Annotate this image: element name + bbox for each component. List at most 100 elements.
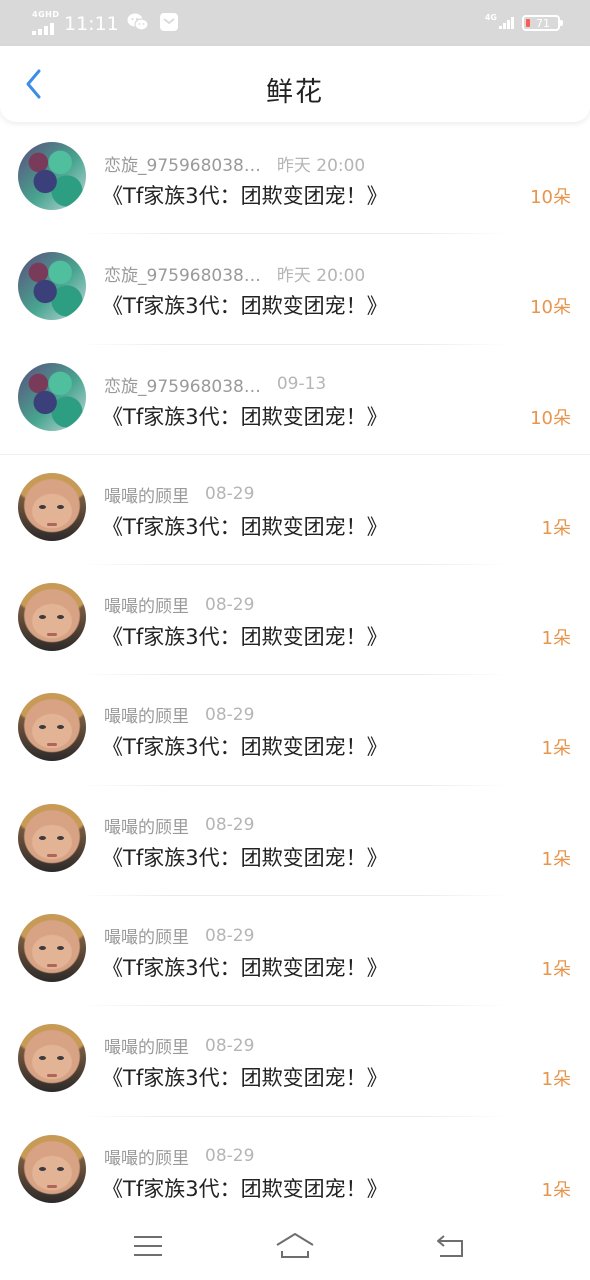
timestamp: 08-29 (205, 594, 255, 615)
battery-icon: 71 (522, 15, 563, 31)
book-title[interactable]: 《Tf家族3代：团欺变团宠！》 (102, 290, 388, 320)
flower-count: 1朵 (541, 1179, 571, 1201)
list-item[interactable]: 嘬嘬的顾里 08-29 《Tf家族3代：团欺变团宠！》 1朵 (0, 1117, 590, 1227)
header: 鲜花 (0, 46, 590, 122)
avatar[interactable] (18, 693, 86, 762)
username[interactable]: 嘬嘬的顾里 (104, 482, 189, 507)
system-back-button[interactable] (430, 1228, 470, 1268)
avatar[interactable] (18, 914, 86, 983)
item-meta: 嘬嘬的顾里 08-29 (104, 813, 254, 838)
wechat-icon (127, 12, 149, 36)
avatar-eye (57, 835, 64, 840)
book-title[interactable]: 《Tf家族3代：团欺变团宠！》 (102, 401, 388, 431)
book-title[interactable]: 《Tf家族3代：团欺变团宠！》 (102, 1173, 388, 1203)
back-icon (434, 1233, 466, 1263)
list-item[interactable]: 嘬嘬的顾里 08-29 《Tf家族3代：团欺变团宠！》 1朵 (0, 786, 590, 897)
flower-count: 1朵 (541, 848, 571, 870)
username[interactable]: 嘬嘬的顾里 (104, 592, 189, 617)
avatar-mouth (47, 853, 57, 857)
list-item[interactable]: 恋旋_975968038… 昨天 20:00 《Tf家族3代：团欺变团宠！》 10朵 (0, 234, 590, 345)
avatar-eye (39, 946, 46, 951)
timestamp: 09-13 (276, 374, 327, 395)
username[interactable]: 恋旋_975968038… (104, 261, 261, 286)
avatar-eye (39, 725, 46, 730)
username[interactable]: 嘬嘬的顾里 (104, 1033, 189, 1058)
avatar-eye (39, 504, 46, 509)
item-meta: 恋旋_975968038… 昨天 20:00 (104, 151, 365, 176)
username[interactable]: 嘬嘬的顾里 (104, 702, 189, 727)
list-item[interactable]: 嘬嘬的顾里 08-29 《Tf家族3代：团欺变团宠！》 1朵 (0, 675, 590, 786)
item-meta: 嘬嘬的顾里 08-29 (104, 1144, 254, 1169)
item-meta: 恋旋_975968038… 昨天 20:00 (104, 261, 365, 286)
book-title[interactable]: 《Tf家族3代：团欺变团宠！》 (102, 731, 388, 761)
avatar[interactable] (18, 472, 86, 541)
avatar-eye (57, 1166, 64, 1171)
list-item[interactable]: 嘬嘬的顾里 08-29 《Tf家族3代：团欺变团宠！》 1朵 (0, 455, 590, 566)
flower-count: 10朵 (530, 297, 571, 319)
status-right: 4G 71 (484, 10, 563, 36)
username[interactable]: 嘬嘬的顾里 (104, 813, 189, 838)
avatar-mouth (47, 964, 57, 968)
book-title[interactable]: 《Tf家族3代：团欺变团宠！》 (102, 952, 388, 982)
avatar-eye (39, 615, 46, 620)
avatar-eye (57, 1056, 64, 1061)
avatar-eye (39, 1166, 46, 1171)
flower-list: 恋旋_975968038… 昨天 20:00 《Tf家族3代：团欺变团宠！》 10朵恋… (0, 124, 590, 1227)
avatar-eye (39, 835, 46, 840)
timestamp: 08-29 (205, 484, 255, 505)
avatar[interactable] (18, 803, 86, 872)
item-meta: 嘬嘬的顾里 08-29 (104, 1033, 255, 1059)
avatar-mouth (47, 522, 57, 526)
network-type-label: 4G (484, 12, 497, 22)
avatar[interactable] (18, 362, 86, 431)
avatar-mouth (47, 633, 57, 637)
book-title[interactable]: 《Tf家族3代：团欺变团宠！》 (102, 621, 388, 651)
menu-icon (133, 1234, 163, 1262)
page-title: 鲜花 (266, 77, 324, 108)
avatar[interactable] (18, 252, 86, 321)
item-meta: 恋旋_975968038… 09-13 (104, 372, 326, 397)
list-item[interactable]: 恋旋_975968038… 昨天 20:00 《Tf家族3代：团欺变团宠！》 10朵 (0, 124, 590, 235)
book-title[interactable]: 《Tf家族3代：团欺变团宠！》 (102, 842, 388, 872)
list-item[interactable]: 嘬嘬的顾里 08-29 《Tf家族3代：团欺变团宠！》 1朵 (0, 896, 590, 1007)
avatar[interactable] (18, 142, 86, 210)
avatar[interactable] (18, 1024, 86, 1093)
flower-count: 10朵 (530, 187, 571, 208)
navigation-bar (0, 1216, 590, 1280)
username[interactable]: 嘬嘬的顾里 (104, 1144, 189, 1169)
book-title[interactable]: 《Tf家族3代：团欺变团宠！》 (102, 511, 388, 541)
timestamp: 08-29 (205, 1035, 255, 1056)
battery-level-fill (526, 19, 530, 27)
timestamp: 08-29 (205, 925, 255, 946)
avatar-mouth (47, 1074, 57, 1078)
timestamp: 昨天 20:00 (276, 156, 366, 176)
list-item[interactable]: 嘬嘬的顾里 08-29 《Tf家族3代：团欺变团宠！》 1朵 (0, 565, 590, 676)
flower-count: 1朵 (541, 738, 571, 760)
username[interactable]: 恋旋_975968038… (104, 372, 261, 397)
username[interactable]: 恋旋_975968038… (104, 151, 261, 176)
avatar[interactable] (18, 1134, 86, 1203)
menu-button[interactable] (128, 1228, 168, 1268)
item-meta: 嘬嘬的顾里 08-29 (104, 702, 254, 728)
username[interactable]: 嘬嘬的顾里 (104, 923, 189, 948)
book-title[interactable]: 《Tf家族3代：团欺变团宠！》 (102, 180, 388, 210)
avatar-eye (57, 615, 64, 620)
avatar[interactable] (18, 583, 86, 652)
status-bar: 4GHD 11:11 4G 71 (0, 0, 590, 46)
flower-count: 1朵 (541, 517, 571, 539)
mail-icon (159, 12, 179, 36)
avatar-mouth (47, 743, 57, 747)
avatar-eye (57, 946, 64, 951)
flower-count: 1朵 (541, 1069, 571, 1091)
home-button[interactable] (275, 1228, 315, 1268)
home-icon (274, 1231, 316, 1265)
list-item[interactable]: 恋旋_975968038… 09-13 《Tf家族3代：团欺变团宠！》 10朵 (0, 345, 590, 455)
flower-count: 1朵 (541, 959, 571, 981)
book-title[interactable]: 《Tf家族3代：团欺变团宠！》 (102, 1062, 388, 1092)
list-item[interactable]: 嘬嘬的顾里 08-29 《Tf家族3代：团欺变团宠！》 1朵 (0, 1006, 590, 1117)
timestamp: 昨天 20:00 (276, 266, 366, 287)
avatar-eye (57, 504, 64, 509)
timestamp: 08-29 (205, 815, 255, 836)
flower-count: 1朵 (541, 628, 571, 650)
status-time: 11:11 (64, 13, 119, 35)
